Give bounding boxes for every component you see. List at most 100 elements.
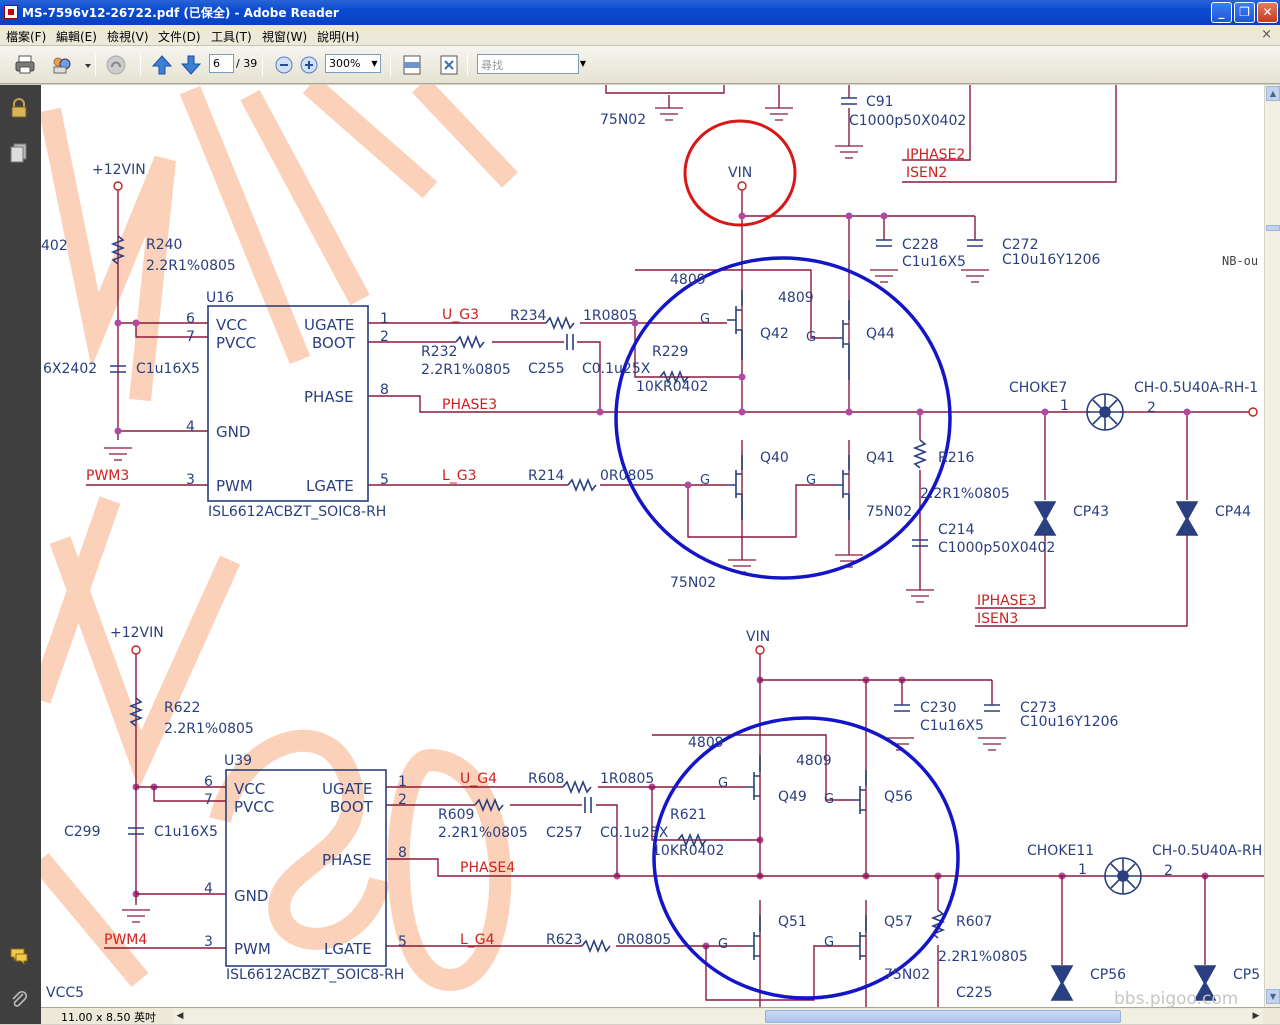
fit-width-button[interactable] bbox=[400, 53, 422, 75]
svg-text:C0.1u25X: C0.1u25X bbox=[582, 361, 651, 377]
svg-text:2.2R1%0805: 2.2R1%0805 bbox=[438, 825, 528, 841]
svg-text:75N02: 75N02 bbox=[866, 504, 912, 520]
comments-button[interactable] bbox=[8, 945, 30, 967]
zoom-in-button[interactable] bbox=[297, 53, 319, 75]
restore-button[interactable]: ❐ bbox=[1234, 2, 1255, 23]
collaborate-button[interactable] bbox=[50, 53, 74, 77]
svg-text:5: 5 bbox=[398, 934, 407, 950]
svg-text:CP43: CP43 bbox=[1073, 504, 1109, 520]
menu-document[interactable]: 文件(D) bbox=[158, 28, 201, 45]
menu-file[interactable]: 檔案(F) bbox=[6, 28, 46, 45]
svg-text:PHASE: PHASE bbox=[322, 851, 372, 869]
svg-text:Q49: Q49 bbox=[778, 789, 807, 805]
svg-text:75N02: 75N02 bbox=[670, 575, 716, 591]
chevron-down-icon: ▼ bbox=[371, 59, 378, 68]
svg-text:G: G bbox=[806, 473, 816, 488]
adobe-reader-icon bbox=[4, 5, 18, 19]
schematic-labels: 75N02 C91 C1000p50X0402 IPHASE2 ISEN2 VI… bbox=[41, 94, 1262, 1001]
navigation-pane bbox=[0, 85, 41, 1024]
svg-text:G: G bbox=[824, 935, 834, 950]
collaborate-dropdown[interactable] bbox=[76, 53, 91, 77]
horizontal-scrollbar[interactable]: ◀ ▶ bbox=[173, 1009, 1263, 1024]
minimize-button[interactable]: _ bbox=[1211, 2, 1232, 23]
hand-tool-button[interactable] bbox=[104, 53, 128, 77]
svg-text:VCC5: VCC5 bbox=[46, 985, 84, 1001]
bottom-phase-wiring bbox=[104, 654, 1264, 1007]
zoom-out-button[interactable] bbox=[272, 53, 294, 75]
close-document-icon[interactable]: × bbox=[1261, 27, 1272, 42]
scroll-left-button[interactable]: ◀ bbox=[173, 1009, 187, 1024]
horizontal-scroll-thumb[interactable] bbox=[765, 1010, 1121, 1023]
print-button[interactable] bbox=[13, 53, 37, 77]
menu-edit[interactable]: 編輯(E) bbox=[56, 28, 97, 45]
zoom-in-icon bbox=[300, 56, 318, 74]
svg-text:C91: C91 bbox=[866, 94, 894, 110]
fit-page-icon bbox=[440, 55, 458, 75]
svg-text:CP5: CP5 bbox=[1233, 967, 1260, 983]
svg-text:C230: C230 bbox=[920, 700, 957, 716]
svg-text:R622: R622 bbox=[164, 700, 200, 716]
svg-text:CH-0.5U40A-RH-1: CH-0.5U40A-RH-1 bbox=[1134, 380, 1258, 396]
pages-icon bbox=[10, 143, 27, 163]
svg-text:IPHASE2: IPHASE2 bbox=[906, 147, 965, 163]
svg-text:C1000p50X0402: C1000p50X0402 bbox=[938, 540, 1055, 556]
toolbar-separator bbox=[140, 54, 141, 76]
attachments-button[interactable] bbox=[8, 988, 30, 1010]
svg-text:PWM4: PWM4 bbox=[104, 932, 147, 948]
svg-text:10KR0402: 10KR0402 bbox=[636, 379, 708, 395]
svg-text:2: 2 bbox=[398, 792, 407, 808]
svg-text:7: 7 bbox=[186, 329, 195, 345]
scroll-up-button[interactable]: ▲ bbox=[1266, 86, 1280, 101]
svg-text:75N02: 75N02 bbox=[600, 112, 646, 128]
svg-text:C1u16X5: C1u16X5 bbox=[902, 254, 966, 270]
title-bar[interactable]: MS-7596v12-26722.pdf (已保全) - Adobe Reade… bbox=[0, 0, 1280, 25]
svg-text:6: 6 bbox=[204, 774, 213, 790]
fit-page-button[interactable] bbox=[437, 53, 459, 75]
svg-text:1: 1 bbox=[398, 774, 407, 790]
svg-text:2.2R1%0805: 2.2R1%0805 bbox=[938, 949, 1028, 965]
next-page-button[interactable] bbox=[179, 53, 203, 77]
svg-text:G: G bbox=[824, 792, 834, 807]
menu-help[interactable]: 說明(H) bbox=[317, 28, 359, 45]
menu-tools[interactable]: 工具(T) bbox=[211, 28, 252, 45]
svg-text:2: 2 bbox=[1147, 400, 1156, 416]
svg-text:R608: R608 bbox=[528, 771, 564, 787]
svg-text:VCC: VCC bbox=[234, 780, 265, 798]
close-button[interactable]: ✕ bbox=[1257, 2, 1278, 23]
scroll-down-button[interactable]: ▼ bbox=[1266, 989, 1280, 1004]
svg-text:UGATE: UGATE bbox=[304, 316, 354, 334]
menu-bar: 檔案(F) 編輯(E) 檢視(V) 文件(D) 工具(T) 視窗(W) 說明(H… bbox=[0, 25, 1280, 46]
zoom-dropdown[interactable]: ▼ bbox=[369, 55, 380, 72]
svg-text:R229: R229 bbox=[652, 344, 688, 360]
chevron-down-icon: ▼ bbox=[1269, 992, 1277, 1001]
collaborate-icon bbox=[53, 57, 71, 74]
svg-text:LGATE: LGATE bbox=[306, 477, 354, 495]
menu-view[interactable]: 檢視(V) bbox=[107, 28, 149, 45]
svg-text:2.2R1%0805: 2.2R1%0805 bbox=[421, 362, 511, 378]
menu-window[interactable]: 視窗(W) bbox=[262, 28, 307, 45]
blue-annotation-circle-top bbox=[614, 256, 952, 580]
page-number-input[interactable]: 6 bbox=[209, 54, 234, 73]
vertical-scrollbar[interactable]: ▲ ▼ bbox=[1264, 85, 1280, 1007]
svg-text:C10u16Y1206: C10u16Y1206 bbox=[1020, 714, 1119, 730]
find-input[interactable]: 尋找 bbox=[477, 54, 579, 74]
document-viewport[interactable]: 75N02 C91 C1000p50X0402 IPHASE2 ISEN2 VI… bbox=[41, 85, 1264, 1007]
scroll-right-button[interactable]: ▶ bbox=[1249, 1009, 1263, 1024]
toolbar-separator bbox=[262, 54, 263, 76]
svg-text:PHASE4: PHASE4 bbox=[460, 860, 515, 876]
svg-text:LGATE: LGATE bbox=[324, 940, 372, 958]
chevron-left-icon: ◀ bbox=[176, 1011, 184, 1021]
comment-icon bbox=[10, 948, 28, 966]
find-dropdown[interactable]: ▼ bbox=[577, 55, 589, 73]
toolbar bbox=[0, 46, 1280, 84]
previous-page-button[interactable] bbox=[150, 53, 174, 77]
svg-text:VIN: VIN bbox=[728, 165, 752, 181]
pages-button[interactable] bbox=[8, 141, 30, 163]
printer-icon bbox=[15, 55, 35, 74]
vertical-scroll-thumb[interactable] bbox=[1266, 225, 1280, 231]
svg-text:PVCC: PVCC bbox=[234, 798, 274, 816]
security-button[interactable] bbox=[8, 97, 30, 119]
svg-text:U_G4: U_G4 bbox=[460, 771, 497, 787]
svg-text:CHOKE7: CHOKE7 bbox=[1009, 380, 1067, 396]
arrow-down-icon bbox=[180, 55, 202, 75]
